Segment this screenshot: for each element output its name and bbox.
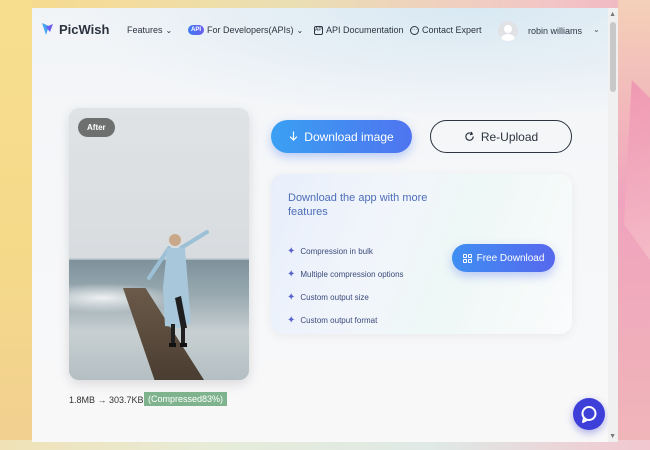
- nav-contact-expert[interactable]: ··· Contact Expert: [410, 25, 482, 35]
- after-badge: After: [78, 118, 115, 137]
- free-download-button[interactable]: Free Download: [452, 244, 555, 272]
- chevron-down-icon: ⌄: [296, 25, 304, 35]
- download-arrow-icon: [290, 131, 298, 141]
- chevron-down-icon[interactable]: ⌄: [593, 25, 600, 34]
- compressed-image-preview: After: [69, 108, 249, 380]
- re-upload-label: Re-Upload: [480, 129, 539, 144]
- nav-api-documentation[interactable]: API API Documentation: [314, 25, 404, 35]
- promo-feature-item: ✦ Compression in bulk: [287, 246, 373, 257]
- app-promo-card: Download the app with more features ✦ Co…: [271, 174, 572, 334]
- nav-developers[interactable]: API For Developers(APIs) ⌄: [188, 25, 303, 35]
- promo-feature-item: ✦ Custom output size: [287, 292, 369, 303]
- sparkle-icon: ✦: [287, 246, 296, 257]
- promo-feature-item: ✦ Multiple compression options: [287, 269, 404, 280]
- nav-features-label: Features: [127, 25, 163, 35]
- document-icon: API: [314, 25, 324, 35]
- browser-window: PicWish Features ⌄ API For Developers(AP…: [32, 8, 618, 442]
- nav-features[interactable]: Features ⌄: [127, 25, 172, 35]
- person-figure: [147, 230, 209, 347]
- avatar[interactable]: [498, 21, 518, 41]
- chat-bubble-icon: [581, 406, 597, 423]
- nav-contact-label: Contact Expert: [422, 25, 482, 35]
- file-size-text: 1.8MB → 303.7KB: [69, 395, 144, 405]
- scrollbar-thumb[interactable]: [610, 22, 616, 92]
- sparkle-icon: ✦: [287, 315, 296, 326]
- scroll-up-icon[interactable]: ▲: [609, 11, 616, 18]
- nav-developers-label: For Developers(APIs): [207, 25, 294, 35]
- chat-support-button[interactable]: [573, 398, 605, 430]
- picwish-logo[interactable]: PicWish: [40, 21, 109, 37]
- nav-api-docs-label: API Documentation: [326, 25, 404, 35]
- promo-feature-item: ✦ Custom output format: [287, 315, 378, 326]
- background-right: [618, 0, 650, 450]
- picwish-logo-icon: [42, 23, 53, 35]
- download-image-button[interactable]: Download image: [271, 120, 412, 153]
- promo-title: Download the app with more features: [288, 192, 428, 218]
- sparkle-icon: ✦: [287, 269, 296, 280]
- sparkle-icon: ✦: [287, 292, 296, 303]
- compressed-badge: (Compressed83%): [144, 392, 228, 406]
- scrollbar[interactable]: ▲ ▼: [608, 8, 618, 442]
- chevron-down-icon: ⌄: [165, 25, 173, 35]
- user-name[interactable]: robin williams: [528, 26, 582, 36]
- refresh-icon: [465, 131, 474, 141]
- free-download-label: Free Download: [476, 252, 545, 264]
- api-badge: API: [188, 25, 205, 35]
- download-image-label: Download image: [304, 129, 394, 144]
- background-left: [0, 0, 32, 450]
- scroll-down-icon[interactable]: ▼: [609, 433, 616, 440]
- apps-grid-icon: [462, 253, 472, 263]
- logo-text: PicWish: [59, 21, 110, 37]
- top-navigation: PicWish Features ⌄ API For Developers(AP…: [32, 8, 608, 56]
- re-upload-button[interactable]: Re-Upload: [430, 120, 572, 153]
- chat-bubble-icon: ···: [410, 25, 419, 35]
